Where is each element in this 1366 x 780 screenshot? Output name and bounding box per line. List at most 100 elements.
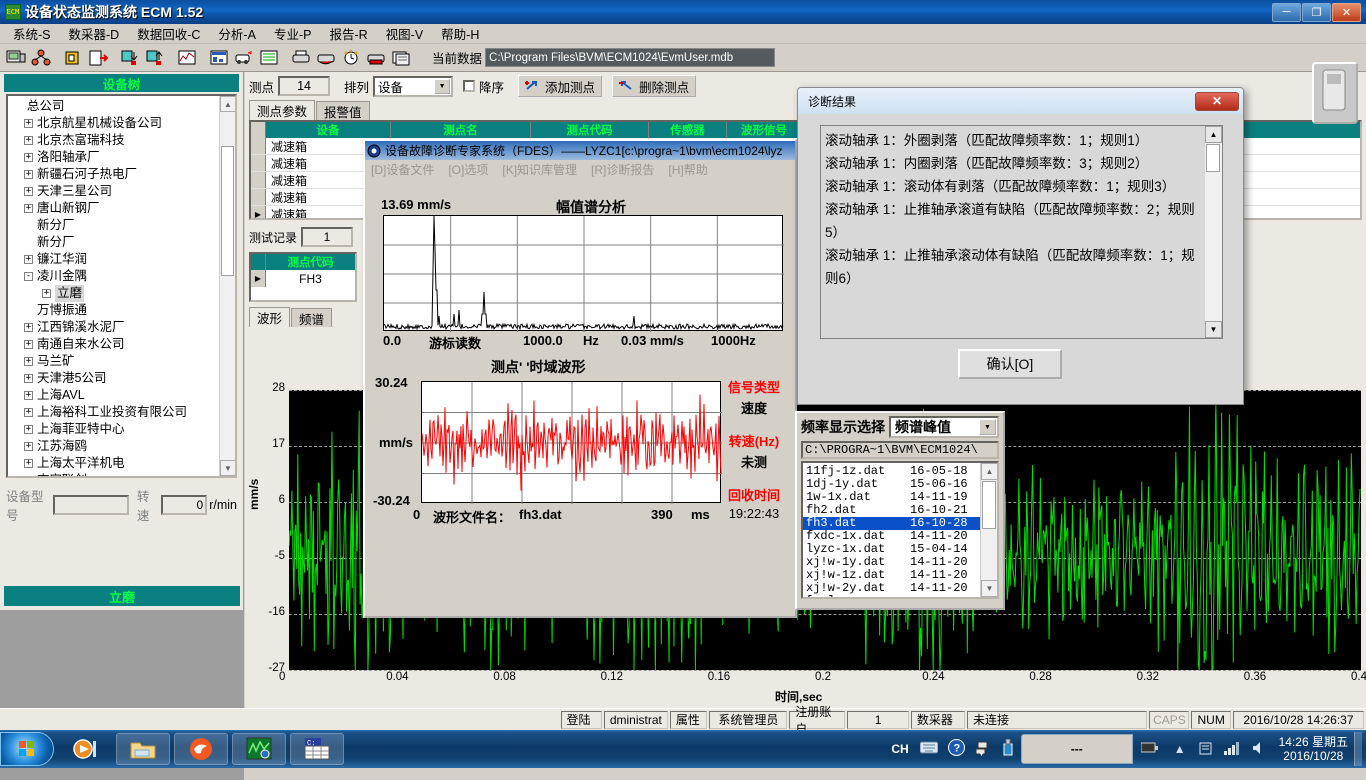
- fdes-menu-help[interactable]: [H]帮助: [668, 161, 707, 178]
- fdes-menu-report[interactable]: [R]诊断报告: [591, 161, 654, 178]
- expand-icon[interactable]: +: [24, 476, 33, 478]
- floating-toolbox[interactable]: [1312, 62, 1358, 124]
- docs-icon[interactable]: [389, 46, 413, 69]
- descending-checkbox[interactable]: [463, 80, 475, 92]
- speaker-icon[interactable]: [1252, 741, 1267, 758]
- minimize-button[interactable]: ─: [1272, 3, 1301, 22]
- tree-node[interactable]: +天津港5公司: [10, 370, 235, 387]
- network-icon[interactable]: ▾: [975, 740, 990, 759]
- network-icon[interactable]: [29, 46, 53, 69]
- tree-node[interactable]: 新分厂: [10, 217, 235, 234]
- tree-node[interactable]: +上海菲亚特中心: [10, 421, 235, 438]
- scroll-up-icon[interactable]: ▲: [220, 96, 236, 112]
- expand-icon[interactable]: +: [24, 340, 33, 349]
- expand-icon[interactable]: +: [24, 323, 33, 332]
- tree-node[interactable]: +北京航星机械设备公司: [10, 115, 235, 132]
- tree-node[interactable]: +新疆石河子热电厂: [10, 166, 235, 183]
- tree-node[interactable]: -凌川金隅: [10, 268, 235, 285]
- tree-node[interactable]: 总公司: [10, 98, 235, 115]
- maximize-button[interactable]: ❐: [1302, 3, 1331, 22]
- expand-icon[interactable]: +: [42, 289, 51, 298]
- expand-icon[interactable]: +: [24, 442, 33, 451]
- menu-help[interactable]: 帮助-H: [432, 22, 488, 45]
- scroll-down-icon[interactable]: ▼: [1205, 321, 1222, 338]
- data-file-list[interactable]: 11fj-1z.dat16-05-181dj-1y.dat15-06-161w-…: [801, 461, 999, 599]
- print-icon[interactable]: [289, 46, 313, 69]
- taskbar-clock[interactable]: 14:26 星期五 2016/10/28: [1279, 735, 1348, 763]
- tree-node[interactable]: 万博振通: [10, 302, 235, 319]
- device-tree[interactable]: 总公司+北京航星机械设备公司+北京杰富瑞科技+洛阳轴承厂+新疆石河子热电厂+天津…: [6, 94, 237, 478]
- menu-data-recovery[interactable]: 数据回收-C: [128, 22, 209, 45]
- action-center-icon[interactable]: [1198, 740, 1214, 759]
- trend-icon[interactable]: [175, 46, 199, 69]
- tree-node[interactable]: +洛阳轴承厂: [10, 149, 235, 166]
- col-sensor[interactable]: 传感器: [649, 122, 727, 138]
- tree-node[interactable]: +唐山新钢厂: [10, 200, 235, 217]
- device-model-input[interactable]: [53, 495, 129, 515]
- menu-report[interactable]: 报告-R: [320, 22, 376, 45]
- col-wave-signal[interactable]: 波形信号: [727, 122, 802, 138]
- ime-indicator[interactable]: CH: [891, 742, 908, 756]
- show-desktop-button[interactable]: [1354, 732, 1362, 766]
- tree-node[interactable]: +江苏海鸥: [10, 438, 235, 455]
- tree-node[interactable]: 新分厂: [10, 234, 235, 251]
- menu-system[interactable]: 系统-S: [4, 22, 60, 45]
- menu-analysis[interactable]: 分析-A: [209, 22, 265, 45]
- speed-input[interactable]: [161, 495, 207, 515]
- expand-icon[interactable]: +: [24, 408, 33, 417]
- expand-icon[interactable]: +: [24, 391, 33, 400]
- filelist-scrollbar[interactable]: ▲ ▼: [980, 463, 997, 597]
- tree-node[interactable]: +吉安联创: [10, 472, 235, 478]
- tree-node[interactable]: +马兰矿: [10, 353, 235, 370]
- spreadsheet-icon[interactable]: C:: [290, 733, 344, 765]
- chevron-down-icon[interactable]: ▼: [434, 79, 450, 94]
- expand-icon[interactable]: +: [24, 170, 33, 179]
- sort-combo[interactable]: 设备 ▼: [373, 76, 453, 97]
- list-item[interactable]: [..]: [803, 595, 997, 599]
- col-device[interactable]: 设备: [266, 122, 391, 138]
- expand-icon[interactable]: +: [24, 204, 33, 213]
- explorer-icon[interactable]: [116, 733, 170, 765]
- tab-point-params[interactable]: 测点参数: [249, 100, 315, 120]
- confirm-button[interactable]: 确认[O]: [958, 349, 1062, 379]
- tree-node[interactable]: +上海裕科工业投资有限公司: [10, 404, 235, 421]
- delete-point-button[interactable]: 删除测点: [612, 75, 696, 97]
- diagnostic-scrollbar[interactable]: ▲ ▼: [1205, 126, 1222, 338]
- menu-view[interactable]: 视图-V: [377, 22, 433, 45]
- ecm-app-icon[interactable]: [232, 733, 286, 765]
- menu-collector[interactable]: 数采器-D: [60, 22, 129, 45]
- upload-icon[interactable]: [143, 46, 167, 69]
- expand-icon[interactable]: +: [24, 459, 33, 468]
- tab-waveform[interactable]: 波形: [249, 307, 290, 327]
- show-desktop-arrow-icon[interactable]: ▲: [1174, 742, 1186, 756]
- browser-icon[interactable]: [174, 733, 228, 765]
- media-player-icon[interactable]: [58, 733, 112, 765]
- print2-icon[interactable]: [314, 46, 338, 69]
- expand-icon[interactable]: +: [24, 255, 33, 264]
- frequency-select-combo[interactable]: 频谱峰值 ▼: [889, 416, 999, 438]
- tree-node[interactable]: +南通自来水公司: [10, 336, 235, 353]
- export-icon[interactable]: [86, 46, 110, 69]
- keyboard-icon[interactable]: [920, 741, 938, 757]
- battery-icon[interactable]: [1141, 742, 1159, 757]
- tab-spectrum[interactable]: 频谱: [291, 308, 332, 327]
- start-button[interactable]: [0, 732, 54, 766]
- printer3-icon[interactable]: [364, 46, 388, 69]
- help-icon[interactable]: ?: [948, 739, 965, 759]
- expand-icon[interactable]: +: [24, 374, 33, 383]
- scroll-thumb[interactable]: [1206, 144, 1220, 172]
- fdes-menu-knowledge[interactable]: [K]知识库管理: [502, 161, 577, 178]
- diagnostic-text-area[interactable]: 滚动轴承 1：外圈剥落（匹配故障频率数：1；规则1）滚动轴承 1：内圈剥落（匹配…: [820, 125, 1223, 339]
- monitor-icon[interactable]: [4, 46, 28, 69]
- wizard-icon[interactable]: [232, 46, 256, 69]
- chevron-down-icon[interactable]: ▼: [979, 419, 996, 435]
- list-icon[interactable]: [257, 46, 281, 69]
- fdes-waveform-plot-area[interactable]: [421, 381, 721, 503]
- alarm-icon[interactable]: [339, 46, 363, 69]
- spectrum-plot-area[interactable]: [383, 215, 783, 331]
- tab-alarm-values[interactable]: 报警值: [316, 101, 370, 120]
- scroll-thumb[interactable]: [982, 481, 996, 529]
- download-icon[interactable]: [118, 46, 142, 69]
- scroll-down-icon[interactable]: ▼: [981, 580, 998, 597]
- tree-node[interactable]: +上海太平洋机电: [10, 455, 235, 472]
